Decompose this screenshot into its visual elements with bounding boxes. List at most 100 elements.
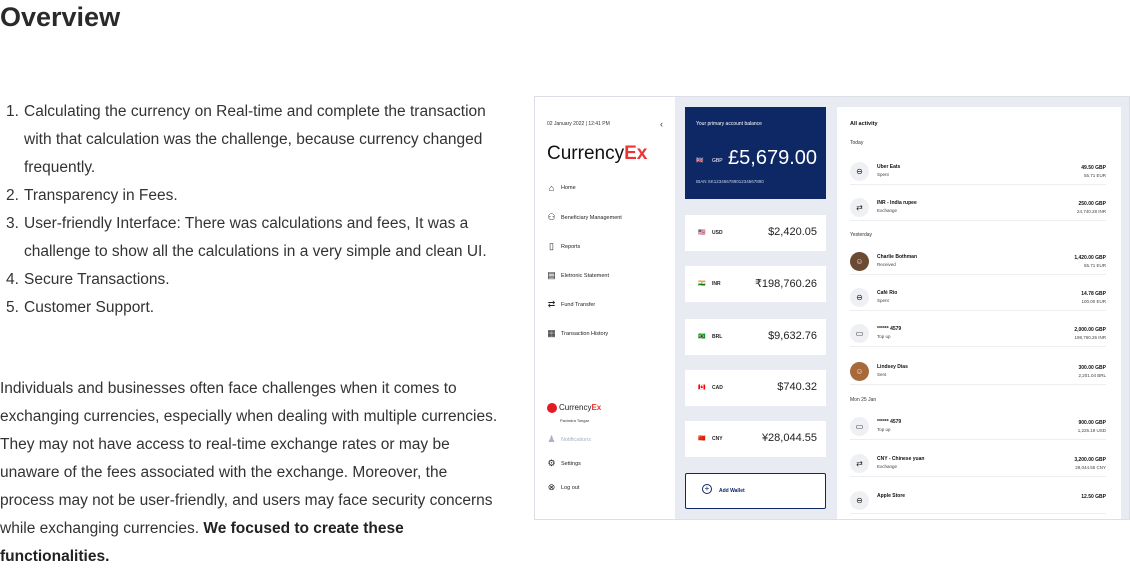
- card-icon: ▭: [850, 324, 869, 343]
- transaction-row[interactable]: ⇄ INR - India rupee Exchange 250.00 GBP 24…: [850, 193, 1106, 221]
- nav-home[interactable]: ⌂ Home: [547, 183, 576, 193]
- nav-settings[interactable]: ⚙ Settings: [547, 458, 580, 469]
- list-item: 2. Transparency in Fees.: [6, 187, 178, 204]
- transaction-type: Spent: [877, 298, 889, 303]
- transaction-amount: 1,420.00 GBP: [1074, 255, 1106, 261]
- india-flag-icon: 🇮🇳: [698, 281, 706, 287]
- add-wallet-button[interactable]: + Add Wallet: [685, 473, 826, 509]
- transaction-name: CNY - Chinese yuan: [877, 456, 925, 462]
- home-icon: ⌂: [548, 183, 555, 193]
- iban: IBAN SK12345678901234567890: [696, 179, 764, 184]
- wallet-card-inr[interactable]: 🇮🇳 INR ₹198,760.26: [685, 266, 826, 302]
- list-item: 3. User-friendly Interface: There was cal…: [6, 215, 487, 260]
- transaction-row[interactable]: ☺ Lindsey Dias Sent 300.00 GBP 2,201.04 BR…: [850, 357, 1106, 385]
- transaction-type: Exchange: [877, 208, 898, 213]
- transaction-converted: 55.71 EUR: [1083, 263, 1106, 268]
- transaction-type: Top up: [877, 334, 891, 339]
- user-icon: ⚇: [547, 212, 556, 222]
- calendar-icon: ▦: [547, 328, 556, 338]
- transaction-name: Uber Eats: [877, 164, 901, 170]
- exchange-icon: ⇄: [850, 198, 869, 217]
- wallet-card-usd[interactable]: 🇺🇸 USD $2,420.05: [685, 215, 826, 251]
- avatar: [547, 402, 557, 413]
- collapse-icon[interactable]: ‹: [660, 119, 663, 129]
- currency-code: CAD: [712, 385, 723, 391]
- primary-balance-label: Your primary account balance: [696, 121, 762, 127]
- transaction-name: ****** 4579: [877, 419, 902, 425]
- nav-fund-transfer[interactable]: ⇄ Fund Transfer: [547, 299, 596, 310]
- description-paragraph: Individuals and businesses often face ch…: [0, 380, 498, 565]
- profile-brand: CurrencyEx: [559, 403, 602, 413]
- currency-code: BRL: [712, 334, 723, 340]
- transaction-converted: 198,760.26 INR: [1074, 335, 1106, 340]
- transaction-amount: 3,200.00 GBP: [1074, 457, 1106, 463]
- nav-eletronic-statement[interactable]: ▤ Eletronic Statement: [547, 270, 609, 281]
- nav-reports[interactable]: ▯ Reports: [547, 241, 580, 252]
- transaction-row[interactable]: ⊖ Uber Eats Spent 49.50 GBP 55.71 EUR: [850, 157, 1106, 185]
- activity-panel: All activity Today ⊖ Uber Eats Spent 49.5…: [837, 107, 1121, 519]
- app-screenshot: 02 January 2022 | 12:41 PM ‹ CurrencyEx …: [534, 96, 1130, 520]
- transaction-converted: 55.71 EUR: [1083, 173, 1106, 178]
- transaction-row[interactable]: ▭ ****** 4579 Top up 2,000.00 GBP 198,760.…: [850, 319, 1106, 347]
- wallet-balance: $740.32: [777, 381, 817, 393]
- transaction-converted: 24,740.28 INR: [1076, 209, 1106, 214]
- brand-logo: CurrencyEx: [547, 143, 648, 164]
- china-flag-icon: 🇨🇳: [698, 436, 706, 442]
- transaction-amount: 250.00 GBP: [1078, 201, 1106, 207]
- transaction-amount: 2,000.00 GBP: [1074, 327, 1106, 333]
- nav-beneficiary-management[interactable]: ⚇ Beneficiary Management: [547, 212, 621, 223]
- wallet-balance: ¥28,044.55: [761, 432, 817, 444]
- transaction-amount: 300.00 GBP: [1078, 365, 1106, 371]
- wallet-card-cad[interactable]: 🇨🇦 CAD $740.32: [685, 370, 826, 406]
- spend-icon: ⊖: [850, 288, 869, 307]
- logout-icon: ⊗: [547, 482, 556, 492]
- uk-flag-icon: 🇬🇧: [696, 158, 704, 164]
- gear-icon: ⚙: [547, 458, 556, 468]
- transaction-row[interactable]: ☺ Charlie Bothman Received 1,420.00 GBP 55…: [850, 247, 1106, 275]
- transaction-name: ****** 4579: [877, 326, 902, 332]
- transaction-row[interactable]: ⊖ Apple Store 12.50 GBP: [850, 486, 1106, 514]
- currency-code: USD: [712, 230, 723, 236]
- profile-name: Pavindra Tongar: [560, 418, 590, 423]
- spend-icon: ⊖: [850, 162, 869, 181]
- group-label-yesterday: Yesterday: [850, 232, 873, 238]
- transaction-type: Top up: [877, 427, 891, 432]
- transaction-name: INR - India rupee: [877, 200, 917, 206]
- transaction-type: Exchange: [877, 464, 898, 469]
- plus-icon: +: [702, 484, 712, 494]
- primary-wallet-card[interactable]: Your primary account balance 🇬🇧 GBP £5,6…: [685, 107, 826, 199]
- add-wallet-label: Add Wallet: [719, 488, 745, 494]
- sidebar: 02 January 2022 | 12:41 PM ‹ CurrencyEx …: [535, 97, 675, 519]
- statement-icon: ▤: [547, 270, 556, 280]
- wallet-balance: $2,420.05: [768, 226, 817, 238]
- wallet-card-brl[interactable]: 🇧🇷 BRL $9,632.76: [685, 319, 826, 355]
- profile[interactable]: CurrencyEx Pavindra Tongar: [547, 399, 601, 423]
- wallet-card-cny[interactable]: 🇨🇳 CNY ¥28,044.55: [685, 421, 826, 457]
- card-icon: ▭: [850, 417, 869, 436]
- nav-log-out[interactable]: ⊗ Log out: [547, 482, 580, 493]
- transaction-name: Charlie Bothman: [877, 254, 918, 260]
- transaction-name: Apple Store: [877, 493, 906, 499]
- transaction-type: Received: [877, 262, 896, 267]
- list-item: 5. Customer Support.: [6, 299, 155, 316]
- article-title: Overview: [0, 2, 121, 32]
- transaction-row[interactable]: ⇄ CNY - Chinese yuan Exchange 3,200.00 GB…: [850, 449, 1106, 477]
- transaction-amount: 900.00 GBP: [1078, 420, 1106, 426]
- transaction-row[interactable]: ▭ ****** 4579 Top up 900.00 GBP 1,225.19 U…: [850, 412, 1106, 440]
- avatar: ☺: [850, 362, 869, 381]
- transaction-type: Sent: [877, 372, 887, 377]
- transaction-converted: 2,201.04 BRL: [1078, 373, 1106, 378]
- avatar: ☺: [850, 252, 869, 271]
- wallet-balance: ₹198,760.26: [754, 278, 817, 290]
- challenge-list: 1. Calculating the currency on Real-time …: [6, 98, 506, 322]
- group-label-date: Mon 25 Jan: [850, 397, 877, 403]
- transaction-converted: 1,225.19 USD: [1077, 428, 1106, 433]
- transaction-name: Lindsey Dias: [877, 364, 908, 370]
- transaction-converted: 28,044.55 CNY: [1075, 465, 1106, 470]
- nav-notifications[interactable]: ♟ Notifications: [547, 434, 591, 445]
- transaction-amount: 12.50 GBP: [1081, 494, 1106, 500]
- currency-code: INR: [712, 281, 721, 287]
- transaction-row[interactable]: ⊖ Café Rio Spent 14.78 GBP 100.00 EUR: [850, 283, 1106, 311]
- nav-transaction-history[interactable]: ▦ Transaction History: [547, 328, 608, 339]
- datetime: 02 January 2022 | 12:41 PM ‹: [547, 119, 663, 129]
